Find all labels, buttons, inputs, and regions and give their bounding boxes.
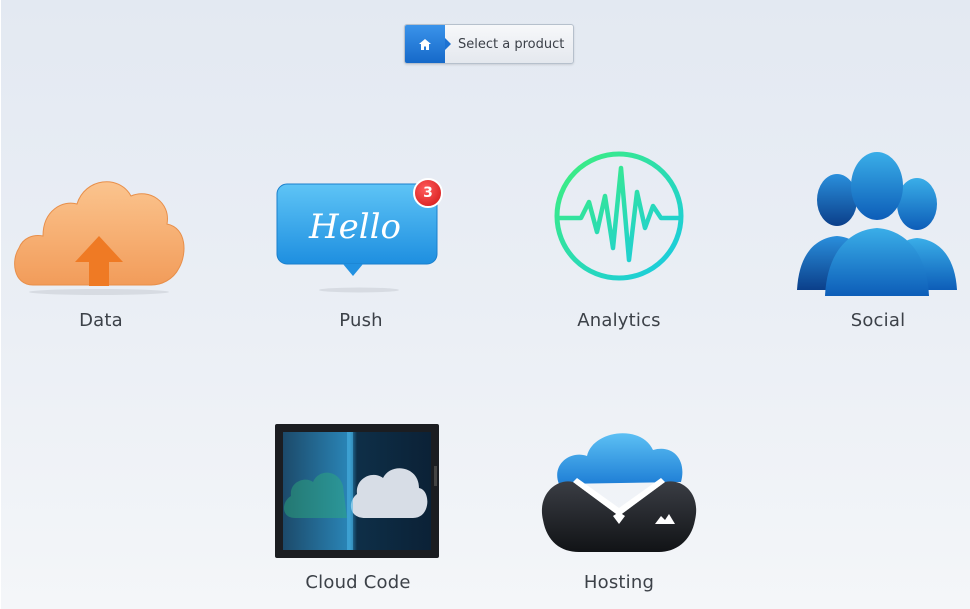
cloud-upload-icon (14, 181, 185, 295)
product-label: Data (79, 310, 123, 331)
breadcrumb-label[interactable]: Select a product (445, 25, 573, 63)
product-social[interactable]: Social (795, 150, 961, 340)
product-label: Hosting (583, 572, 655, 593)
product-analytics[interactable]: Analytics (541, 140, 697, 340)
product-hosting[interactable]: Hosting (537, 424, 701, 602)
cloud-tuxedo-icon (541, 433, 697, 552)
home-button[interactable] (405, 25, 451, 63)
product-data[interactable]: Data (11, 150, 191, 340)
home-icon (419, 38, 431, 50)
cloud-code-screen-icon (275, 424, 439, 558)
page: Select a product Data Hello 3 Push Analy… (0, 0, 970, 609)
product-cloud-code[interactable]: Cloud Code (273, 422, 443, 602)
product-label: Social (850, 310, 906, 331)
notification-badge: 3 (413, 178, 443, 208)
people-group-icon (797, 152, 957, 296)
hello-text: Hello (308, 207, 401, 247)
product-label: Push (339, 310, 383, 331)
product-label: Cloud Code (305, 572, 411, 593)
pulse-waveform-icon (554, 151, 684, 281)
product-label: Analytics (577, 310, 661, 331)
breadcrumb[interactable]: Select a product (404, 24, 574, 64)
product-push[interactable]: Hello 3 Push (271, 178, 451, 340)
